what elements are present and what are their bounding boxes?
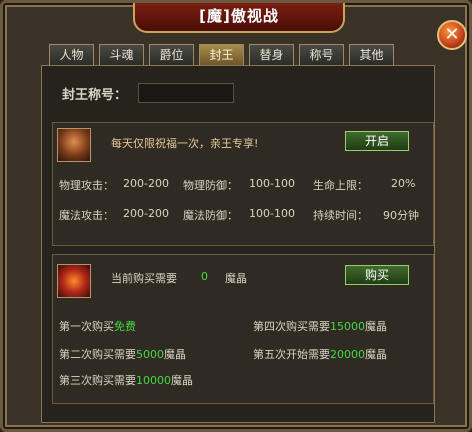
close-icon[interactable]: ✕ bbox=[437, 20, 467, 50]
tier-1: 第一次购买免费 bbox=[59, 320, 136, 333]
king-title-field[interactable] bbox=[138, 83, 234, 103]
phys-atk-value: 200-200 bbox=[123, 177, 169, 190]
current-cost-label: 当前购买需要 bbox=[111, 272, 177, 285]
magic-def-label: 魔法防御： bbox=[183, 209, 238, 222]
tab-battle-soul[interactable]: 斗魂 bbox=[99, 44, 144, 66]
purchase-section: 当前购买需要 0 魔晶 购买 第一次购买免费 第二次购买需要5000魔晶 第三次… bbox=[52, 254, 434, 404]
tier-5: 第五次开始需要20000魔晶 bbox=[253, 348, 387, 361]
tier-2: 第二次购买需要5000魔晶 bbox=[59, 348, 186, 361]
hp-label: 生命上限： bbox=[313, 179, 368, 192]
window-title: [魔]傲视战 bbox=[199, 7, 279, 25]
tab-king[interactable]: 封王 bbox=[199, 44, 244, 66]
magic-def-value: 100-100 bbox=[249, 207, 295, 220]
buy-button[interactable]: 购买 bbox=[345, 265, 409, 285]
tab-character[interactable]: 人物 bbox=[49, 44, 94, 66]
blessing-section: 每天仅限祝福一次，亲王专享! 开启 物理攻击： 200-200 物理防御： 10… bbox=[52, 122, 434, 246]
activate-button[interactable]: 开启 bbox=[345, 131, 409, 151]
tab-titles[interactable]: 称号 bbox=[299, 44, 344, 66]
hp-value: 20% bbox=[391, 177, 416, 190]
tier-4: 第四次购买需要15000魔晶 bbox=[253, 320, 387, 333]
crest-icon bbox=[57, 128, 91, 162]
fire-orb-icon bbox=[57, 264, 91, 298]
duration-label: 持续时间： bbox=[313, 209, 368, 222]
phys-def-label: 物理防御： bbox=[183, 179, 238, 192]
tab-other[interactable]: 其他 bbox=[349, 44, 394, 66]
current-cost-value: 0 bbox=[201, 270, 208, 283]
king-title-label: 封王称号： bbox=[62, 88, 128, 103]
blessing-description: 每天仅限祝福一次，亲王专享! bbox=[111, 137, 259, 150]
tab-substitute[interactable]: 替身 bbox=[249, 44, 294, 66]
phys-def-value: 100-100 bbox=[249, 177, 295, 190]
magic-atk-value: 200-200 bbox=[123, 207, 169, 220]
tab-nobility[interactable]: 爵位 bbox=[149, 44, 194, 66]
game-window: [魔]傲视战 ✕ 人物 斗魂 爵位 封王 替身 称号 其他 封王称号： 每天仅限… bbox=[0, 0, 472, 432]
current-cost-unit: 魔晶 bbox=[225, 272, 247, 285]
king-panel: 封王称号： 每天仅限祝福一次，亲王专享! 开启 物理攻击： 200-200 物理… bbox=[41, 65, 435, 423]
phys-atk-label: 物理攻击： bbox=[59, 179, 114, 192]
duration-value: 90分钟 bbox=[383, 209, 419, 222]
title-banner: [魔]傲视战 bbox=[133, 3, 345, 33]
magic-atk-label: 魔法攻击： bbox=[59, 209, 114, 222]
tier-3: 第三次购买需要10000魔晶 bbox=[59, 374, 193, 387]
